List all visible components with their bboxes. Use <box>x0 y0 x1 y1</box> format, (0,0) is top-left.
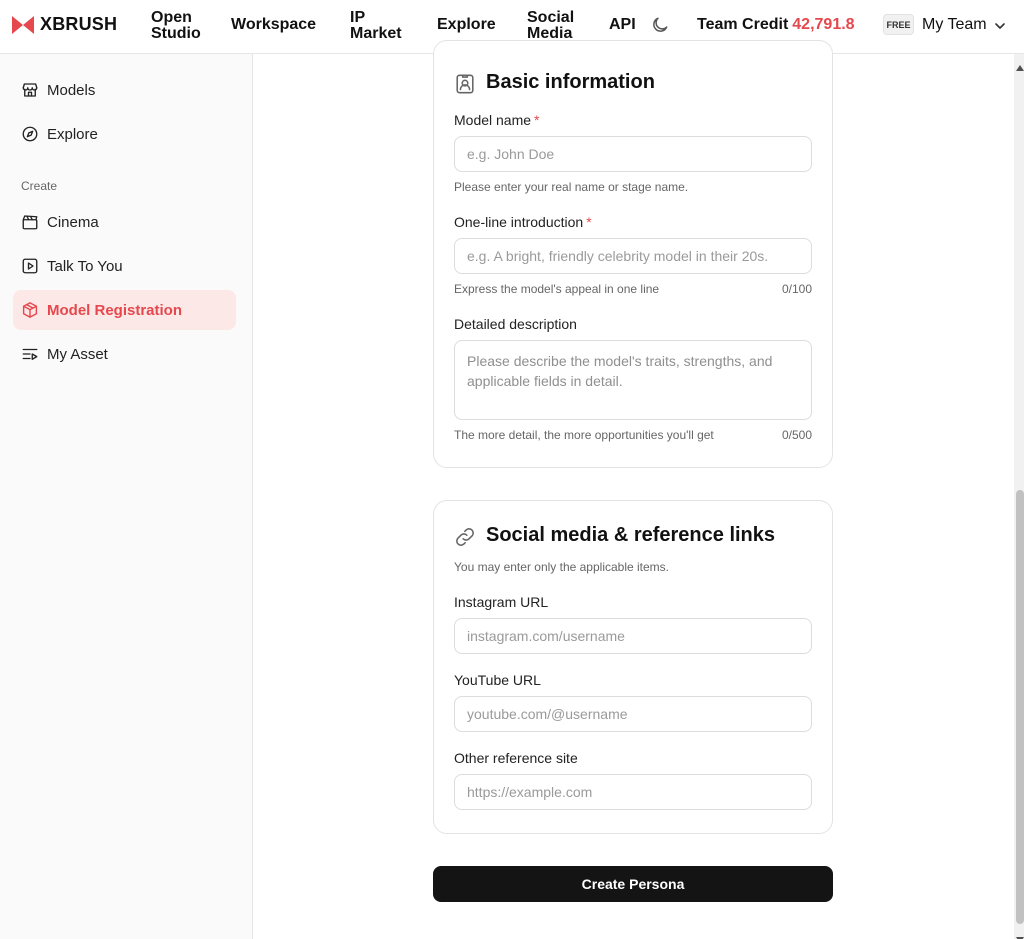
nav-ip-market-line1: IP <box>350 9 366 26</box>
scroll-down-arrow-icon[interactable] <box>1016 930 1024 939</box>
model-name-hint: Please enter your real name or stage nam… <box>454 180 689 194</box>
sidebar-item-my-asset[interactable]: My Asset <box>13 334 236 374</box>
link-icon <box>454 526 476 553</box>
nav-ip-market[interactable]: IP Market <box>350 10 402 42</box>
social-links-card: Social media & reference links You may e… <box>433 500 833 834</box>
sidebar-item-label: Model Registration <box>47 301 183 319</box>
other-reference-label: Other reference site <box>454 750 578 766</box>
compass-icon <box>21 125 39 143</box>
one-line-intro-input[interactable] <box>454 238 812 274</box>
create-persona-button[interactable]: Create Persona <box>433 866 833 902</box>
nav-explore[interactable]: Explore <box>437 17 496 33</box>
nav-workspace[interactable]: Workspace <box>231 17 316 33</box>
one-line-intro-label: One-line introduction * <box>454 214 592 230</box>
sidebar-section-create: Create <box>21 179 58 193</box>
detailed-description-hint: The more detail, the more opportunities … <box>454 428 714 442</box>
id-badge-icon <box>454 73 476 100</box>
model-name-label-text: Model name <box>454 112 532 128</box>
team-credit-label: Team Credit <box>697 16 789 33</box>
chevron-down-icon[interactable] <box>994 19 1006 37</box>
one-line-intro-counter: 0/100 <box>781 282 812 296</box>
youtube-url-input[interactable] <box>454 696 812 732</box>
nav-social-media[interactable]: Social Media <box>527 10 574 42</box>
storefront-icon <box>21 81 39 99</box>
nav-api[interactable]: API <box>609 17 636 33</box>
scrollbar-thumb[interactable] <box>1016 490 1024 924</box>
instagram-url-input[interactable] <box>454 618 812 654</box>
basic-information-title: Basic information <box>486 71 655 93</box>
social-links-subtitle: You may enter only the applicable items. <box>454 560 670 574</box>
nav-ip-market-line2: Market <box>350 25 402 42</box>
play-square-icon <box>21 257 39 275</box>
xbrush-logo-icon <box>12 15 34 34</box>
model-name-label: Model name * <box>454 112 540 128</box>
logo-text: XBRUSH <box>40 14 118 34</box>
sidebar-item-talk-to-you[interactable]: Talk To You <box>13 246 236 286</box>
sidebar-item-label: Explore <box>47 125 98 143</box>
sidebar-item-label: Cinema <box>47 213 99 231</box>
xbrush-logo[interactable]: XBRUSH <box>12 14 117 35</box>
basic-information-card: Basic information Model name* Please ent… <box>433 40 833 468</box>
detailed-description-textarea[interactable] <box>454 340 812 420</box>
youtube-url-label: YouTube URL <box>454 672 541 688</box>
model-name-input[interactable] <box>454 136 812 172</box>
nav-open-studio-line1: Open <box>151 9 192 26</box>
team-credit-value: 42,791.8 <box>792 16 855 33</box>
box-icon <box>21 301 39 319</box>
other-reference-input[interactable] <box>454 774 812 810</box>
sidebar-item-cinema[interactable]: Cinema <box>13 202 236 242</box>
sidebar-item-models[interactable]: Models <box>13 70 236 110</box>
sidebar-item-label: Talk To You <box>47 257 123 275</box>
nav-social-media-line1: Social <box>527 9 575 26</box>
social-links-title: Social media & reference links <box>486 524 776 546</box>
one-line-intro-label-text: One-line introduction <box>454 214 584 230</box>
sidebar-item-label: Models <box>47 81 96 99</box>
nav-open-studio[interactable]: Open Studio <box>151 10 201 42</box>
required-mark: * <box>586 214 592 230</box>
sidebar-item-model-registration[interactable]: Model Registration <box>13 290 236 330</box>
required-mark: * <box>534 112 540 128</box>
detailed-description-counter: 0/500 <box>781 428 812 442</box>
sidebar-item-explore[interactable]: Explore <box>13 114 236 154</box>
instagram-url-label: Instagram URL <box>454 594 549 610</box>
nav-open-studio-line2: Studio <box>151 25 201 42</box>
team-credit: Team Credit 42,791.8 <box>697 17 855 33</box>
team-selector[interactable]: My Team <box>922 17 987 33</box>
clapperboard-icon <box>21 213 39 231</box>
moon-icon[interactable] <box>650 15 670 40</box>
detailed-description-label: Detailed description <box>454 316 577 332</box>
scroll-up-arrow-icon[interactable] <box>1016 58 1024 76</box>
sidebar: Models Explore Create Cinema Talk To You <box>0 54 253 939</box>
sidebar-item-label: My Asset <box>47 345 108 363</box>
plan-badge: FREE <box>883 14 914 35</box>
one-line-intro-hint: Express the model's appeal in one line <box>454 282 660 296</box>
list-play-icon <box>21 345 39 363</box>
